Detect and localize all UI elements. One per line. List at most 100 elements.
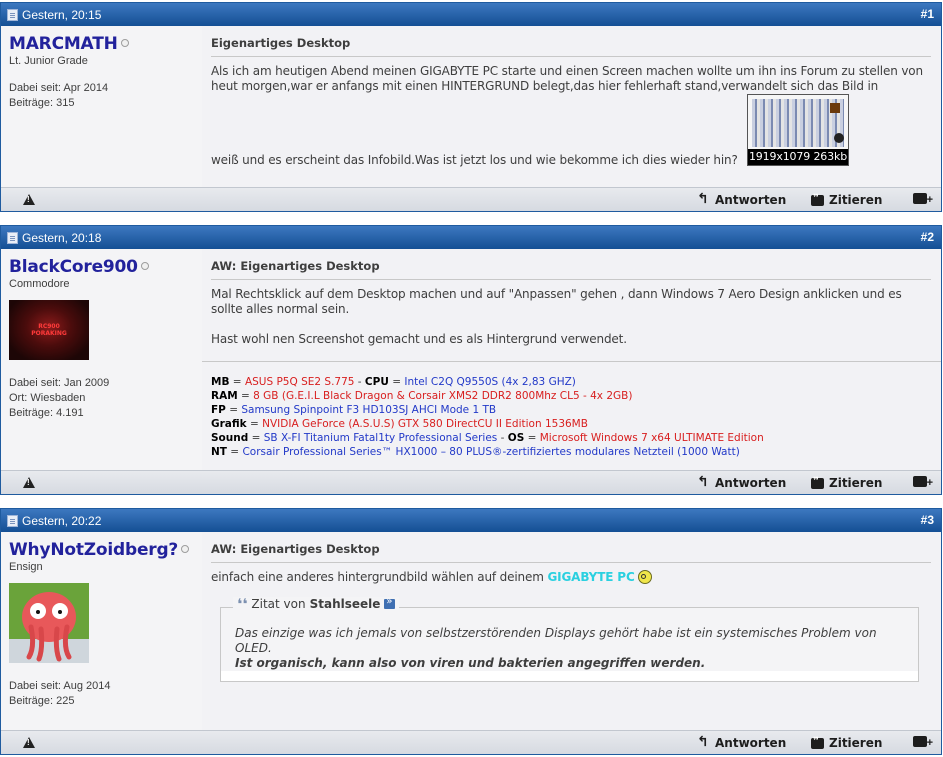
post-1: Gestern, 20:15 #1 MARCMATH Lt. Junior Gr… — [0, 2, 942, 212]
quote-button[interactable]: Zitieren — [811, 476, 882, 490]
post-header: Gestern, 20:18 #2 — [1, 226, 941, 249]
sig-ram-value: 8 GB (G.E.I.L Black Dragon & Corsair XMS… — [253, 390, 633, 402]
quote-button[interactable]: Zitieren — [811, 736, 882, 750]
post-date-text: Gestern, 20:18 — [22, 231, 102, 245]
sig-cpu-label: CPU — [364, 376, 389, 388]
user-joined: Dabei seit: Apr 2014 — [9, 82, 109, 94]
sig-ram-label: RAM — [211, 390, 238, 402]
quote-mark-icon: ❛❛ — [237, 595, 248, 613]
user-title: Lt. Junior Grade — [9, 55, 88, 67]
quote-label: Zitieren — [829, 193, 883, 207]
post-number-link[interactable]: #1 — [921, 7, 934, 21]
quote-icon — [811, 193, 824, 206]
user-stats: Dabei seit: Aug 2014 Beiträge: 225 — [9, 679, 193, 709]
sig-grafik-label: Grafik — [211, 418, 247, 430]
post-number-link[interactable]: #3 — [921, 513, 934, 527]
reply-button[interactable]: Antworten — [697, 474, 786, 490]
post-body: AW: Eigenartiges Desktop Mal Rechtsklick… — [202, 249, 941, 471]
sig-sound-value: SB X-FI Titanium Fatal1ty Professional S… — [263, 432, 498, 444]
signature-separator — [202, 361, 941, 362]
reply-icon — [697, 191, 710, 207]
report-icon[interactable] — [23, 477, 35, 488]
user-post-count: Beiträge: 4.191 — [9, 407, 84, 419]
thumbnail-caption: 1919x1079 263kb — [748, 149, 848, 165]
post-date: Gestern, 20:15 — [7, 8, 101, 22]
user-post-count: Beiträge: 225 — [9, 695, 75, 707]
avatar-text-1: RC900 — [38, 323, 60, 330]
username-link[interactable]: WhyNotZoidberg? — [9, 540, 178, 560]
sig-fp-value: Samsung Spinpoint F3 HD103SJ AHCI Mode 1… — [241, 404, 497, 416]
sig-mb-label: MB — [211, 376, 230, 388]
user-stats: Dabei seit: Jan 2009 Ort: Wiesbaden Beit… — [9, 376, 193, 421]
quote-button[interactable]: Zitieren — [811, 193, 882, 207]
user-stats: Dabei seit: Apr 2014 Beiträge: 315 — [9, 81, 193, 111]
user-joined: Dabei seit: Aug 2014 — [9, 680, 111, 692]
sig-mb-value: ASUS P5Q SE2 S.775 — [244, 376, 355, 388]
user-title: Ensign — [9, 561, 43, 573]
userinfo: WhyNotZoidberg? Ensign Dabei seit: Aug 2… — [1, 532, 201, 731]
signature: MB = ASUS P5Q SE2 S.775 - CPU = Intel C2… — [211, 375, 931, 459]
sig-sound-label: Sound — [211, 432, 249, 444]
reply-icon — [697, 474, 710, 490]
multiquote-icon[interactable] — [913, 736, 933, 749]
post-doc-icon — [7, 515, 18, 527]
reply-label: Antworten — [715, 736, 787, 750]
post-number-link[interactable]: #2 — [921, 230, 934, 244]
sig-os-label: OS — [507, 432, 525, 444]
post-doc-icon — [7, 9, 18, 21]
multiquote-icon[interactable] — [913, 193, 933, 206]
userinfo: MARCMATH Lt. Junior Grade Dabei seit: Ap… — [1, 26, 201, 188]
report-icon[interactable] — [23, 194, 35, 205]
post-text: einfach eine anderes hintergrundbild wäh… — [211, 570, 931, 585]
post-body: AW: Eigenartiges Desktop einfach eine an… — [202, 532, 941, 731]
sig-line-3: FP = Samsung Spinpoint F3 HD103SJ AHCI M… — [211, 404, 497, 416]
reply-button[interactable]: Antworten — [697, 734, 787, 750]
quote-container: ❛❛ Zitat von Stahlseele Das einzige was … — [220, 596, 919, 682]
post-text: Als ich am heutigen Abend meinen GIGABYT… — [211, 64, 931, 167]
sig-fp-label: FP — [211, 404, 226, 416]
sig-line-4: Grafik = NVIDIA GeForce (A.S.U.S) GTX 58… — [211, 418, 588, 430]
attachment-thumbnail[interactable]: 1919x1079 263kb — [747, 94, 849, 166]
post-text-part-1: Als ich am heutigen Abend meinen GIGABYT… — [211, 64, 923, 93]
username-link[interactable]: BlackCore900 — [9, 257, 138, 277]
post-date: Gestern, 20:18 — [7, 231, 101, 245]
smiley-icon — [638, 570, 653, 584]
sig-line-1: MB = ASUS P5Q SE2 S.775 - CPU = Intel C2… — [211, 376, 576, 388]
sig-os-value: Microsoft Windows 7 x64 ULTIMATE Edition — [539, 432, 764, 444]
sig-nt-label: NT — [211, 446, 227, 458]
post-header: Gestern, 20:15 #1 — [1, 3, 941, 26]
post-text-part-1: einfach eine anderes hintergrundbild wäh… — [211, 570, 544, 584]
sig-line-5: Sound = SB X-FI Titanium Fatal1ty Profes… — [211, 432, 764, 444]
thumbnail-clock — [834, 133, 844, 143]
post-title: AW: Eigenartiges Desktop — [211, 542, 931, 563]
sig-grafik-value: NVIDIA GeForce (A.S.U.S) GTX 580 DirectC… — [262, 418, 588, 430]
zoidberg-avatar-image — [9, 583, 89, 663]
online-status-icon — [120, 39, 129, 47]
user-joined: Dabei seit: Jan 2009 — [9, 377, 110, 389]
user-location: Ort: Wiesbaden — [9, 392, 86, 404]
quote-icon — [811, 476, 824, 489]
quote-line-2: Ist organisch, kann also von viren und b… — [235, 656, 706, 670]
post-text-1: Mal Rechtsklick auf dem Desktop machen u… — [211, 287, 902, 316]
sig-line-6: NT = Corsair Professional Series™ HX1000… — [211, 446, 740, 458]
reply-label: Antworten — [715, 193, 787, 207]
post-body: Eigenartiges Desktop Als ich am heutigen… — [202, 26, 941, 188]
avatar[interactable]: RC900 PORAKING — [9, 300, 89, 360]
multiquote-icon[interactable] — [913, 476, 933, 489]
avatar-text-2: PORAKING — [31, 330, 67, 337]
thumbnail-icon-block — [830, 103, 840, 113]
quote-header: ❛❛ Zitat von Stahlseele — [233, 595, 400, 613]
post-header: Gestern, 20:22 #3 — [1, 509, 941, 532]
sig-cpu-value: Intel C2Q Q9550S (4x 2,83 GHZ) — [404, 376, 576, 388]
post-3: Gestern, 20:22 #3 WhyNotZoidberg? Ensign… — [0, 508, 942, 755]
reply-button[interactable]: Antworten — [697, 191, 787, 207]
avatar[interactable] — [9, 583, 89, 663]
goto-post-icon[interactable] — [384, 596, 396, 609]
post-date-text: Gestern, 20:22 — [22, 514, 102, 528]
post-2: Gestern, 20:18 #2 BlackCore900 Commodore… — [0, 225, 942, 495]
reply-icon — [697, 734, 710, 750]
quote-line-1: Das einzige was ich jemals von selbstzer… — [235, 626, 877, 655]
username-link[interactable]: MARCMATH — [9, 34, 118, 54]
report-icon[interactable] — [23, 737, 35, 748]
user-post-count: Beiträge: 315 — [9, 97, 75, 109]
